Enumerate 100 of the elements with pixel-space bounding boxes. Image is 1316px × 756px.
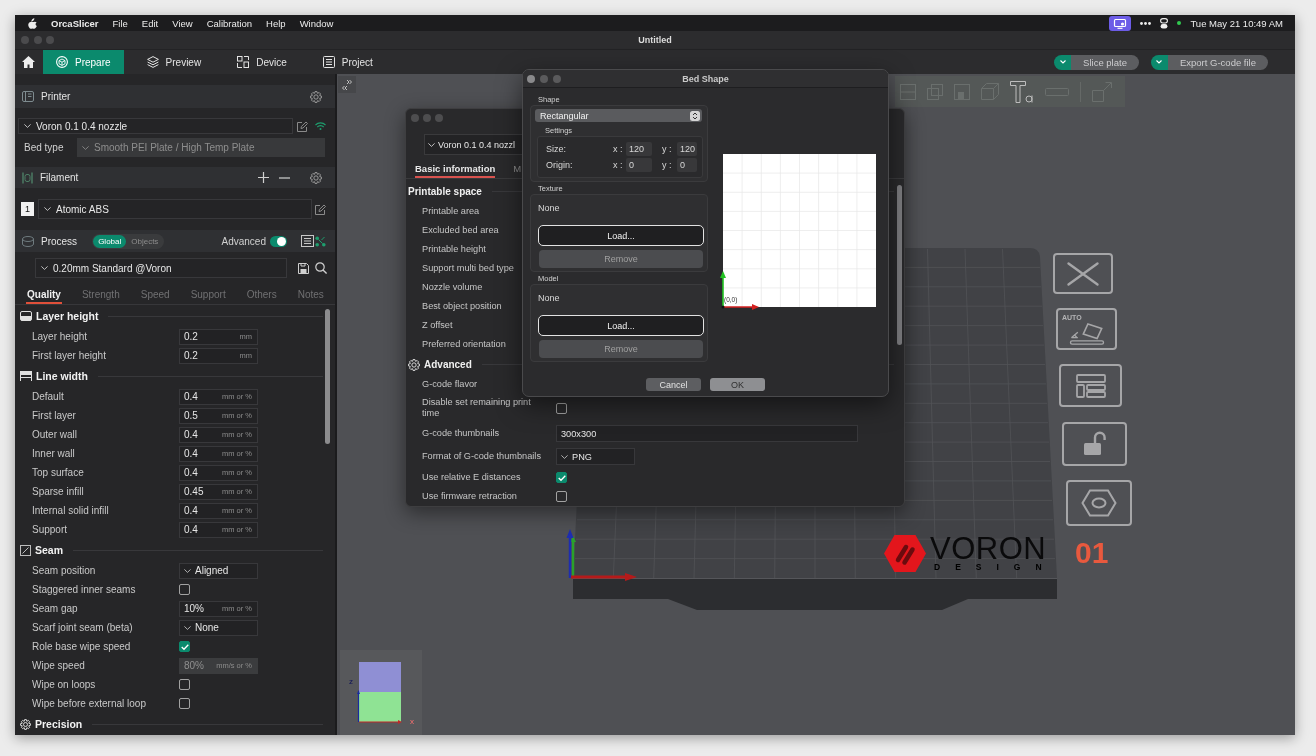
text-field[interactable]: 300x300 xyxy=(556,425,858,442)
checkbox[interactable] xyxy=(556,402,567,414)
setting-label: Internal solid infill xyxy=(32,505,110,516)
window-close-button[interactable] xyxy=(527,74,535,83)
dialog-button[interactable]: OK xyxy=(710,378,765,391)
double-chevron-icon xyxy=(342,78,352,91)
checkbox[interactable] xyxy=(179,584,190,595)
section-title: Filament xyxy=(40,172,79,183)
tab[interactable]: Quality xyxy=(26,286,62,304)
plus-icon[interactable] xyxy=(258,172,269,183)
wifi-icon[interactable] xyxy=(315,122,326,130)
document-icon xyxy=(322,56,335,68)
chevron-down-icon xyxy=(184,625,191,630)
dialog-button[interactable]: Cancel xyxy=(646,378,701,391)
number-field[interactable]: 120 xyxy=(677,142,697,156)
connected-dots-icon[interactable] xyxy=(315,235,326,247)
search-icon[interactable] xyxy=(315,262,327,274)
setting-label: Support xyxy=(32,524,69,535)
toggle-switch[interactable] xyxy=(270,235,287,247)
checkbox[interactable] xyxy=(179,641,190,652)
axes-icon xyxy=(565,528,637,582)
checkbox[interactable] xyxy=(556,472,567,483)
menu-item[interactable]: Edit xyxy=(141,17,159,29)
field-label: Size: xyxy=(546,144,567,154)
field-label: Bed type xyxy=(24,142,65,153)
axis-label: x : xyxy=(613,144,624,154)
setting-label: Default xyxy=(32,391,65,402)
gear-icon[interactable] xyxy=(310,171,322,184)
dropdown-toggle[interactable] xyxy=(1150,54,1168,70)
setting-label: Inner wall xyxy=(32,448,76,459)
menu-item[interactable]: File xyxy=(112,17,128,29)
save-icon[interactable] xyxy=(298,262,309,274)
dropdown[interactable]: Aligned xyxy=(179,562,258,579)
dropdown[interactable]: None xyxy=(179,619,258,636)
setting-label: Z offset xyxy=(422,320,453,331)
tab[interactable]: Basic information xyxy=(415,163,496,178)
setting-label: Disable set remaining print time xyxy=(422,397,532,419)
window-title: Untitled xyxy=(638,35,672,45)
edit-icon[interactable] xyxy=(297,120,308,132)
setting-label: G-code thumbnails xyxy=(422,428,500,439)
number-field[interactable]: 0 xyxy=(677,158,697,172)
number-field[interactable]: 0 xyxy=(626,158,652,172)
chevron-down-icon xyxy=(428,142,435,147)
lock-button[interactable] xyxy=(1062,422,1127,466)
text-tool-icon[interactable] xyxy=(1010,80,1034,103)
dropdown-toggle[interactable] xyxy=(1054,54,1072,70)
setting-label: Excluded bed area xyxy=(422,225,499,236)
collapse-button[interactable] xyxy=(338,76,356,93)
more-icon[interactable] xyxy=(1140,21,1152,25)
menu-item[interactable]: Calibration xyxy=(206,17,253,29)
group-title: Layer height xyxy=(36,310,99,322)
layout-icon xyxy=(1075,373,1106,398)
segment[interactable]: Objects xyxy=(126,234,164,248)
panel-icon xyxy=(22,91,34,102)
plate-number: 01 xyxy=(1075,538,1109,568)
tab[interactable]: Project xyxy=(309,50,386,74)
shape-dropdown[interactable]: Rectangular xyxy=(535,109,702,122)
checkmark-icon xyxy=(180,643,189,650)
list-icon[interactable] xyxy=(301,235,314,247)
nut-button[interactable] xyxy=(1066,480,1132,526)
number-field[interactable]: 120 xyxy=(626,142,652,156)
setting-label: Role base wipe speed xyxy=(32,641,132,652)
load-button[interactable]: Load... xyxy=(538,315,704,336)
display-icon[interactable] xyxy=(1109,15,1132,31)
filament-dropdown[interactable]: Atomic ABS xyxy=(38,199,312,219)
preset-dropdown[interactable]: Voron 0.1 0.4 nozzle xyxy=(18,118,293,134)
setting-label: Scarf joint seam (beta) xyxy=(32,622,134,633)
preset-dropdown[interactable]: 0.20mm Standard @Voron xyxy=(35,258,287,278)
chevron-down-icon xyxy=(82,145,89,150)
dropdown[interactable]: PNG xyxy=(556,448,635,465)
setting-label: Printable height xyxy=(422,244,486,255)
layout-button[interactable] xyxy=(1059,364,1122,407)
app-menu[interactable]: OrcaSlicer xyxy=(51,17,99,29)
load-button[interactable]: Load... xyxy=(538,225,704,246)
tab[interactable]: M xyxy=(513,163,522,178)
close-button[interactable] xyxy=(1053,253,1113,294)
tab[interactable]: Device xyxy=(224,50,300,74)
setting-label: G-code flavor xyxy=(422,379,478,390)
checkbox[interactable] xyxy=(179,698,190,709)
tab[interactable]: Preview xyxy=(133,50,215,74)
menu-item[interactable]: View xyxy=(172,17,193,29)
switches-icon[interactable] xyxy=(1160,17,1169,29)
chevron-down-icon xyxy=(41,266,48,270)
gear-icon xyxy=(20,718,31,730)
chevron-down-icon xyxy=(24,124,31,128)
segment[interactable]: Global xyxy=(93,234,127,248)
checkbox[interactable] xyxy=(179,679,190,690)
menu-item[interactable]: Window xyxy=(299,17,334,29)
setting-label: Nozzle volume xyxy=(422,282,483,293)
setting-label: Top surface xyxy=(32,467,85,478)
checkbox[interactable] xyxy=(556,491,567,502)
view-cube xyxy=(357,660,403,724)
edit-icon[interactable] xyxy=(315,203,326,215)
remove-button: Remove xyxy=(539,250,703,268)
tab[interactable]: Prepare xyxy=(43,50,124,74)
setting-label: Wipe on loops xyxy=(32,679,97,690)
minus-icon[interactable] xyxy=(279,176,290,179)
menu-item[interactable]: Help xyxy=(266,17,286,29)
gear-icon[interactable] xyxy=(310,90,322,103)
apple-icon[interactable] xyxy=(28,17,37,29)
